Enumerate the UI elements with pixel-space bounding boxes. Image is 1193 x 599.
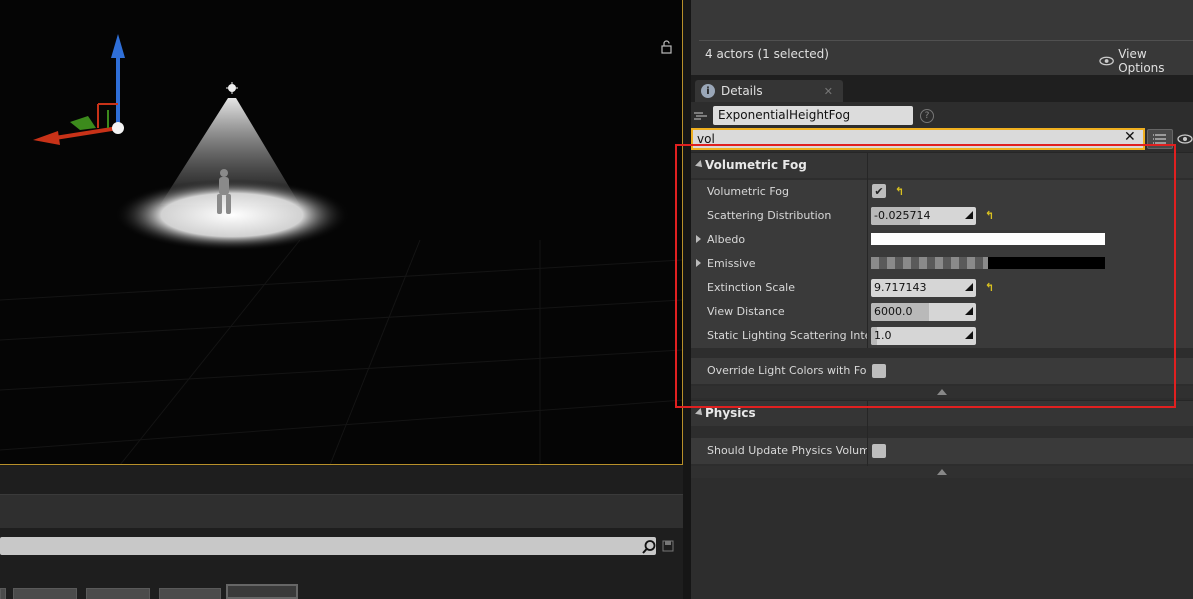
search-icon[interactable] <box>641 539 657 555</box>
category-label: Physics <box>705 406 756 420</box>
advanced-divider <box>691 348 1193 358</box>
content-browser-panel <box>0 466 683 599</box>
chevron-up-icon <box>937 389 947 395</box>
view-distance-input[interactable]: 6000.0 <box>871 303 976 321</box>
tab-details-label: Details <box>721 84 763 98</box>
advanced-toggle[interactable] <box>691 386 1193 398</box>
property-row-static-lighting-scattering: Static Lighting Scattering Intens 1.0 <box>691 324 1193 348</box>
emissive-color-swatch[interactable] <box>871 257 1105 269</box>
details-panel: 4 actors (1 selected) View Options i Det… <box>691 0 1193 599</box>
details-search-row: vol ✕ <box>691 128 1193 152</box>
property-row-emissive: Emissive <box>691 252 1193 276</box>
should-update-physics-volume-checkbox[interactable] <box>872 444 886 458</box>
light-spot <box>114 179 350 251</box>
reset-to-default-icon[interactable]: ↰ <box>895 185 904 198</box>
viewport-scene <box>0 34 682 464</box>
property-row-volumetric-fog: Volumetric Fog ✔ ↰ <box>691 180 1193 204</box>
world-outliner-footer: 4 actors (1 selected) View Options <box>691 0 1193 75</box>
extinction-scale-value: 9.717143 <box>874 281 927 294</box>
property-row-override-light-colors: Override Light Colors with Fog Ir <box>691 358 1193 384</box>
spotlight-icon <box>226 82 238 94</box>
transform-gizmo-icon <box>33 34 125 145</box>
property-row-albedo: Albedo <box>691 228 1193 252</box>
static-lighting-scattering-value: 1.0 <box>874 329 892 342</box>
collapse-icon <box>695 408 705 418</box>
info-icon: i <box>701 84 715 98</box>
actors-count-label: 4 actors (1 selected) <box>705 47 829 61</box>
close-icon[interactable]: ✕ <box>824 85 833 98</box>
expand-icon[interactable] <box>696 235 701 243</box>
view-options-label: View Options <box>1118 47 1165 75</box>
property-name: Albedo <box>707 233 746 246</box>
filter-tab[interactable] <box>0 588 6 599</box>
category-physics[interactable]: Physics <box>691 400 1193 426</box>
filter-tab[interactable] <box>13 588 77 599</box>
property-row-should-update-physics-volume: Should Update Physics Volume <box>691 438 1193 464</box>
volumetric-fog-checkbox[interactable]: ✔ <box>872 184 886 198</box>
eye-icon[interactable] <box>1177 132 1193 146</box>
list-icon <box>1153 134 1166 144</box>
property-name: Volumetric Fog <box>707 185 789 198</box>
advanced-toggle[interactable] <box>691 466 1193 478</box>
property-row-view-distance: View Distance 6000.0 <box>691 300 1193 324</box>
column-divider <box>867 400 868 466</box>
actor-name-field[interactable]: ExponentialHeightFog <box>713 106 913 125</box>
property-name: Static Lighting Scattering Intens <box>707 329 867 342</box>
view-distance-value: 6000.0 <box>874 305 913 318</box>
details-tabbar: i Details ✕ <box>691 75 1193 102</box>
help-icon[interactable]: ? <box>920 109 934 123</box>
property-name: Scattering Distribution <box>707 209 832 222</box>
scattering-distribution-input[interactable]: -0.025714 <box>871 207 976 225</box>
lock-icon[interactable] <box>660 40 674 54</box>
property-name: Extinction Scale <box>707 281 796 294</box>
details-search-input[interactable]: vol <box>691 128 1145 150</box>
resize-corner-icon <box>965 283 973 291</box>
category-label: Volumetric Fog <box>705 158 807 172</box>
chevron-up-icon <box>937 469 947 475</box>
property-matrix-button[interactable] <box>1147 129 1173 149</box>
albedo-color-swatch[interactable] <box>871 233 1105 245</box>
level-viewport[interactable] <box>0 0 683 465</box>
tab-details[interactable]: i Details ✕ <box>695 80 843 102</box>
property-name: Override Light Colors with Fog Ir <box>707 364 867 377</box>
static-lighting-scattering-input[interactable]: 1.0 <box>871 327 976 345</box>
panel-splitter[interactable] <box>683 0 691 599</box>
property-name: Emissive <box>707 257 756 270</box>
resize-corner-icon <box>965 211 973 219</box>
content-browser-header <box>0 494 683 528</box>
filter-tab[interactable] <box>86 588 150 599</box>
eye-icon <box>1099 56 1114 66</box>
divider <box>699 40 1193 41</box>
collapse-icon <box>695 160 705 170</box>
expand-icon[interactable] <box>696 259 701 267</box>
property-name: Should Update Physics Volume <box>707 444 867 457</box>
column-divider <box>867 152 868 348</box>
property-row-extinction-scale: Extinction Scale 9.717143 ↰ <box>691 276 1193 300</box>
extinction-scale-input[interactable]: 9.717143 <box>871 279 976 297</box>
resize-corner-icon <box>965 307 973 315</box>
property-row-scattering-distribution: Scattering Distribution -0.025714 ↰ <box>691 204 1193 228</box>
property-name: View Distance <box>707 305 785 318</box>
fog-actor-icon <box>694 112 707 120</box>
asset-search-input[interactable] <box>0 537 656 555</box>
filter-tab-active[interactable] <box>226 584 298 599</box>
filter-tab[interactable] <box>159 588 221 599</box>
save-search-icon[interactable] <box>662 540 674 552</box>
actor-name-row: ExponentialHeightFog ? <box>691 102 1193 128</box>
resize-corner-icon <box>965 331 973 339</box>
category-volumetric-fog[interactable]: Volumetric Fog <box>691 152 1193 178</box>
view-options-button[interactable]: View Options <box>1099 47 1193 75</box>
scattering-distribution-value: -0.025714 <box>874 209 931 222</box>
spacer <box>691 428 1193 436</box>
clear-search-icon[interactable]: ✕ <box>1124 129 1136 145</box>
override-light-colors-checkbox[interactable] <box>872 364 886 378</box>
reset-to-default-icon[interactable]: ↰ <box>985 281 994 294</box>
reset-to-default-icon[interactable]: ↰ <box>985 209 994 222</box>
